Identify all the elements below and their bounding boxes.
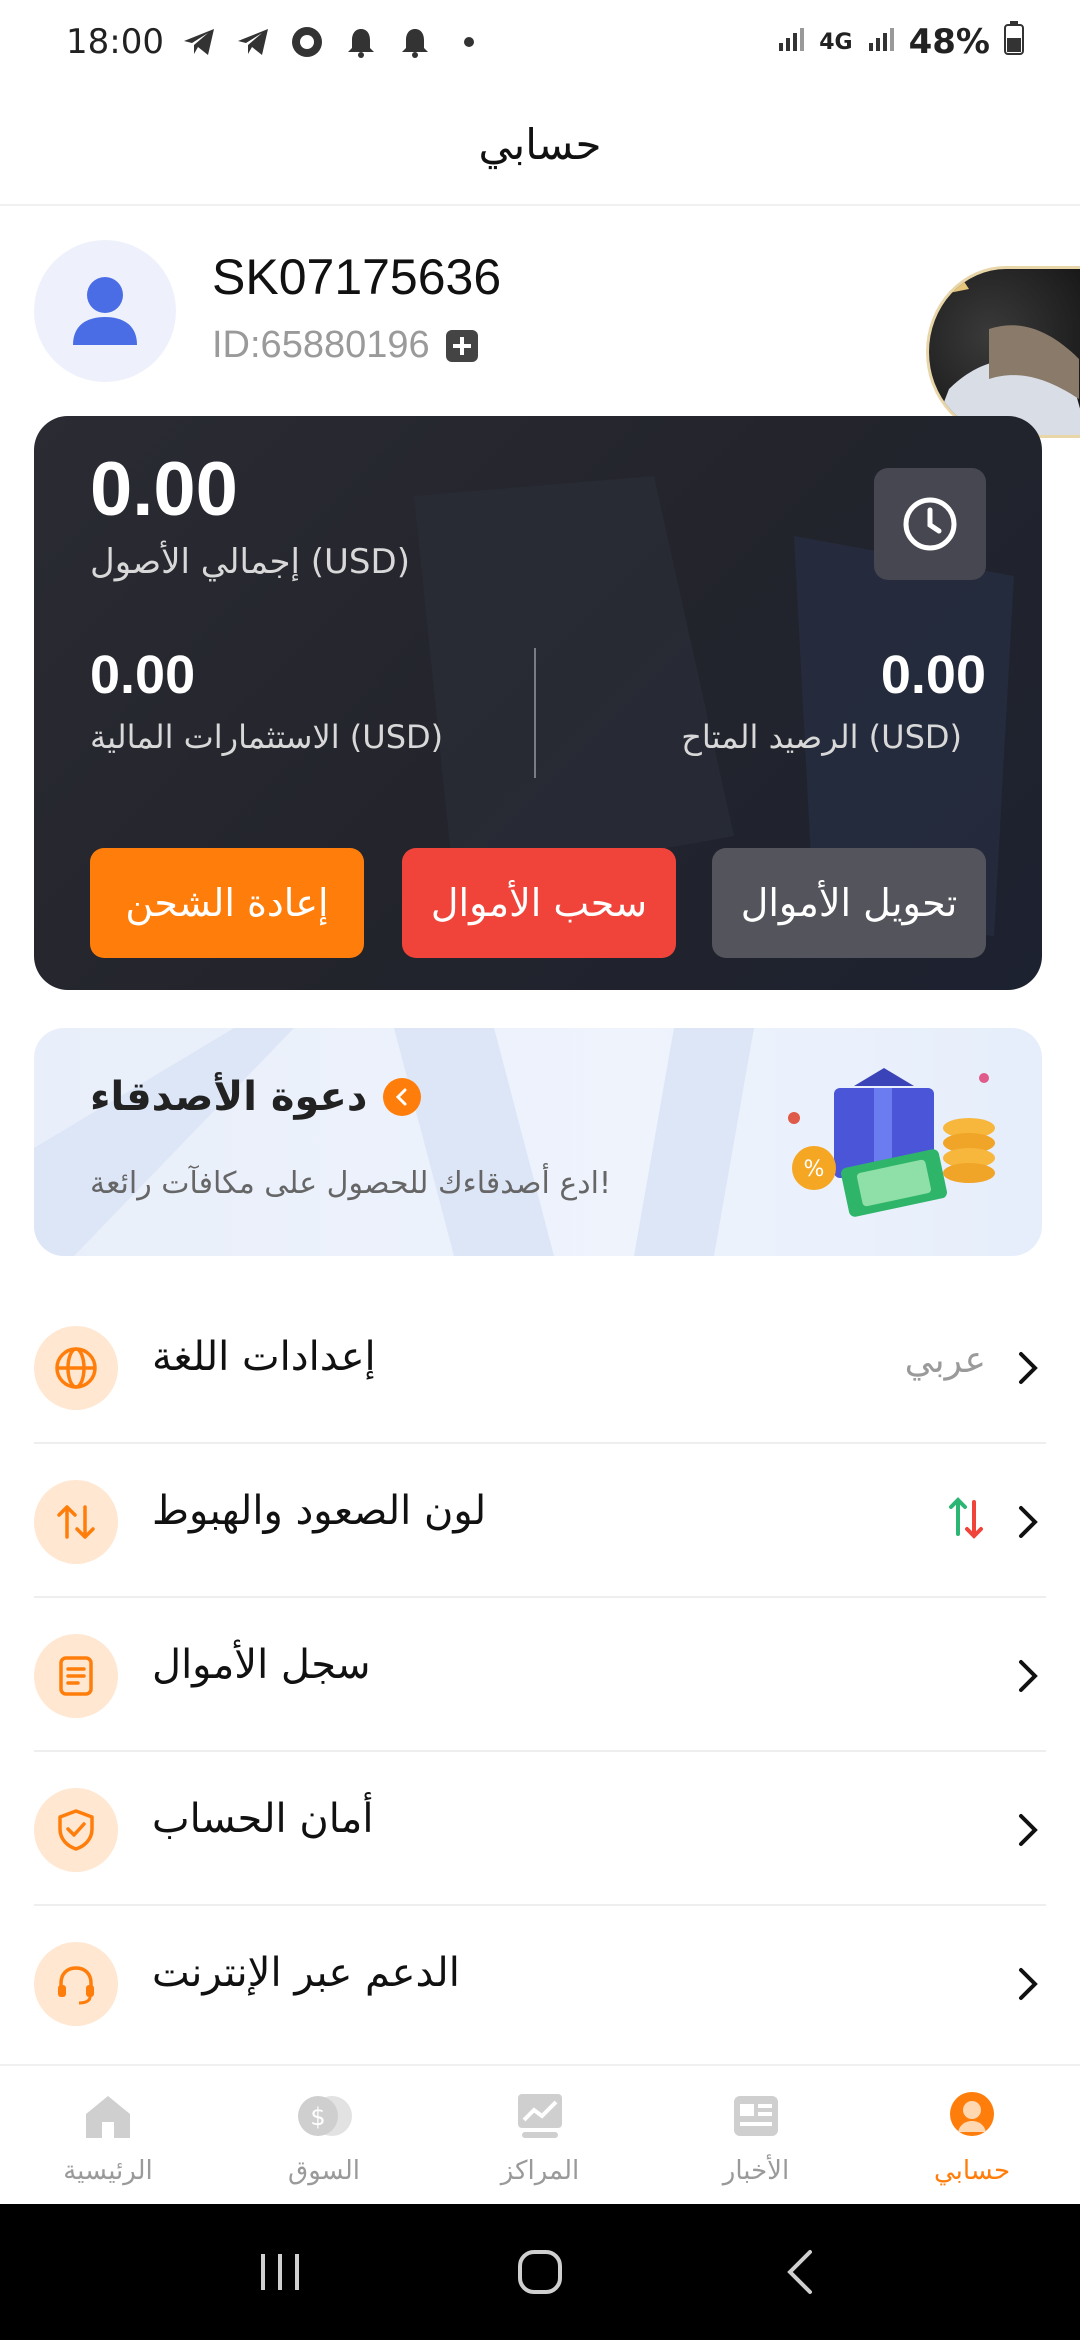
system-nav-bar xyxy=(0,2204,1080,2340)
chevron-right-icon xyxy=(1010,1654,1046,1698)
invite-title: دعوة الأصدقاء xyxy=(90,1074,368,1120)
investments-value: 0.00 xyxy=(90,645,196,705)
recharge-button[interactable]: إعادة الشحن xyxy=(90,848,364,958)
menu-item-account-security[interactable]: أمان الحساب xyxy=(34,1752,1046,1906)
globe-icon xyxy=(34,1326,118,1410)
bell-icon xyxy=(342,23,380,61)
document-icon xyxy=(34,1634,118,1718)
nav-label: السوق xyxy=(288,2156,360,2186)
chevron-right-icon xyxy=(1010,1346,1046,1390)
svg-text:%: % xyxy=(804,1157,825,1182)
recent-apps-icon[interactable] xyxy=(240,2232,320,2312)
nav-label: المراكز xyxy=(500,2156,580,2186)
chevron-right-icon xyxy=(1010,1500,1046,1544)
gift-illustration-icon: % xyxy=(788,1068,995,1217)
transfer-button[interactable]: تحويل الأموال xyxy=(712,848,986,958)
headset-icon xyxy=(34,1942,118,2026)
invite-subtitle: ادع أصدقاءك للحصول على مكافآت رائعة! xyxy=(90,1166,611,1201)
nav-market[interactable]: $ السوق xyxy=(216,2066,432,2204)
nav-account[interactable]: حسابي xyxy=(864,2066,1080,2204)
back-icon[interactable] xyxy=(760,2232,840,2312)
coins-icon: $ xyxy=(292,2084,356,2148)
user-avatar-icon xyxy=(940,2084,1004,2148)
promo-photo[interactable] xyxy=(926,266,1080,438)
signal-icon xyxy=(867,22,895,62)
total-assets-label: إجمالي الأصول (USD) xyxy=(90,542,410,582)
menu-label: أمان الحساب xyxy=(152,1796,374,1842)
status-time: 18:00 xyxy=(66,22,164,62)
history-button[interactable] xyxy=(874,468,986,580)
bell-icon xyxy=(396,23,434,61)
battery-icon xyxy=(1004,20,1024,64)
menu-item-online-support[interactable]: الدعم عبر الإنترنت xyxy=(34,1906,1046,2060)
profile-section: SK07175636 ID:65880196 xyxy=(34,240,1080,382)
status-right: 4G 48% xyxy=(777,20,1024,64)
menu-label: لون الصعود والهبوط xyxy=(152,1488,487,1534)
clock-icon xyxy=(903,497,957,551)
nav-label: الرئيسية xyxy=(63,2156,153,2186)
menu-item-updown-color[interactable]: لون الصعود والهبوط xyxy=(34,1444,1046,1598)
chevron-right-icon xyxy=(1010,1962,1046,2006)
invite-friends-banner[interactable]: دعوة الأصدقاء ادع أصدقاءك للحصول على مكا… xyxy=(34,1028,1042,1256)
card-divider xyxy=(534,648,536,778)
withdraw-button[interactable]: سحب الأموال xyxy=(402,848,676,958)
swap-arrows-icon xyxy=(34,1480,118,1564)
nav-home[interactable]: الرئيسية xyxy=(0,2066,216,2204)
page-title: حسابي xyxy=(478,119,602,169)
nav-positions[interactable]: المراكز xyxy=(432,2066,648,2204)
status-left: 18:00 xyxy=(66,22,488,62)
menu-label: سجل الأموال xyxy=(152,1642,371,1688)
bottom-nav: الرئيسية $ السوق المراكز الأخبار حسابي xyxy=(0,2064,1080,2204)
news-icon xyxy=(724,2084,788,2148)
telegram-icon xyxy=(234,23,272,61)
user-icon xyxy=(73,277,137,345)
svg-text:$: $ xyxy=(310,2103,325,2131)
total-assets-value: 0.00 xyxy=(90,447,238,532)
investments-label: الاستثمارات المالية (USD) xyxy=(90,718,444,756)
chevron-right-icon xyxy=(1010,1808,1046,1852)
home-button-icon[interactable] xyxy=(500,2232,580,2312)
copy-icon[interactable] xyxy=(444,328,480,364)
chevron-right-icon xyxy=(383,1078,422,1116)
battery-percent: 48% xyxy=(908,22,990,62)
language-value: عربي xyxy=(904,1340,986,1381)
balance-card: 0.00 إجمالي الأصول (USD) 0.00 الاستثمارا… xyxy=(34,416,1042,990)
available-balance-value: 0.00 xyxy=(880,645,986,705)
globe-app-icon xyxy=(288,23,326,61)
user-id: ID:65880196 xyxy=(212,324,430,366)
invite-title-row: دعوة الأصدقاء xyxy=(90,1074,422,1120)
nav-label: حسابي xyxy=(933,2156,1011,2186)
user-id-row: ID:65880196 xyxy=(212,324,480,367)
dot-icon xyxy=(450,23,488,61)
page-header: حسابي xyxy=(0,84,1080,206)
up-down-color-icon xyxy=(949,1497,983,1539)
username: SK07175636 xyxy=(212,249,502,305)
nav-label: الأخبار xyxy=(722,2156,790,2186)
telegram-icon xyxy=(180,23,218,61)
menu-item-fund-record[interactable]: سجل الأموال xyxy=(34,1598,1046,1752)
chart-board-icon xyxy=(508,2084,572,2148)
settings-menu: إعدادات اللغة عربي لون الصعود والهبوط سج… xyxy=(34,1290,1046,2060)
status-bar: 18:00 4G 48% xyxy=(0,0,1080,84)
nav-news[interactable]: الأخبار xyxy=(648,2066,864,2204)
network-type: 4G xyxy=(819,29,853,55)
menu-item-language[interactable]: إعدادات اللغة عربي xyxy=(34,1290,1046,1444)
menu-label: الدعم عبر الإنترنت xyxy=(152,1950,460,1996)
menu-label: إعدادات اللغة xyxy=(152,1334,376,1380)
home-icon xyxy=(76,2084,140,2148)
shield-check-icon xyxy=(34,1788,118,1872)
signal-icon xyxy=(777,22,805,62)
available-balance-label: الرصيد المتاح (USD) xyxy=(681,718,962,756)
avatar[interactable] xyxy=(34,240,176,382)
